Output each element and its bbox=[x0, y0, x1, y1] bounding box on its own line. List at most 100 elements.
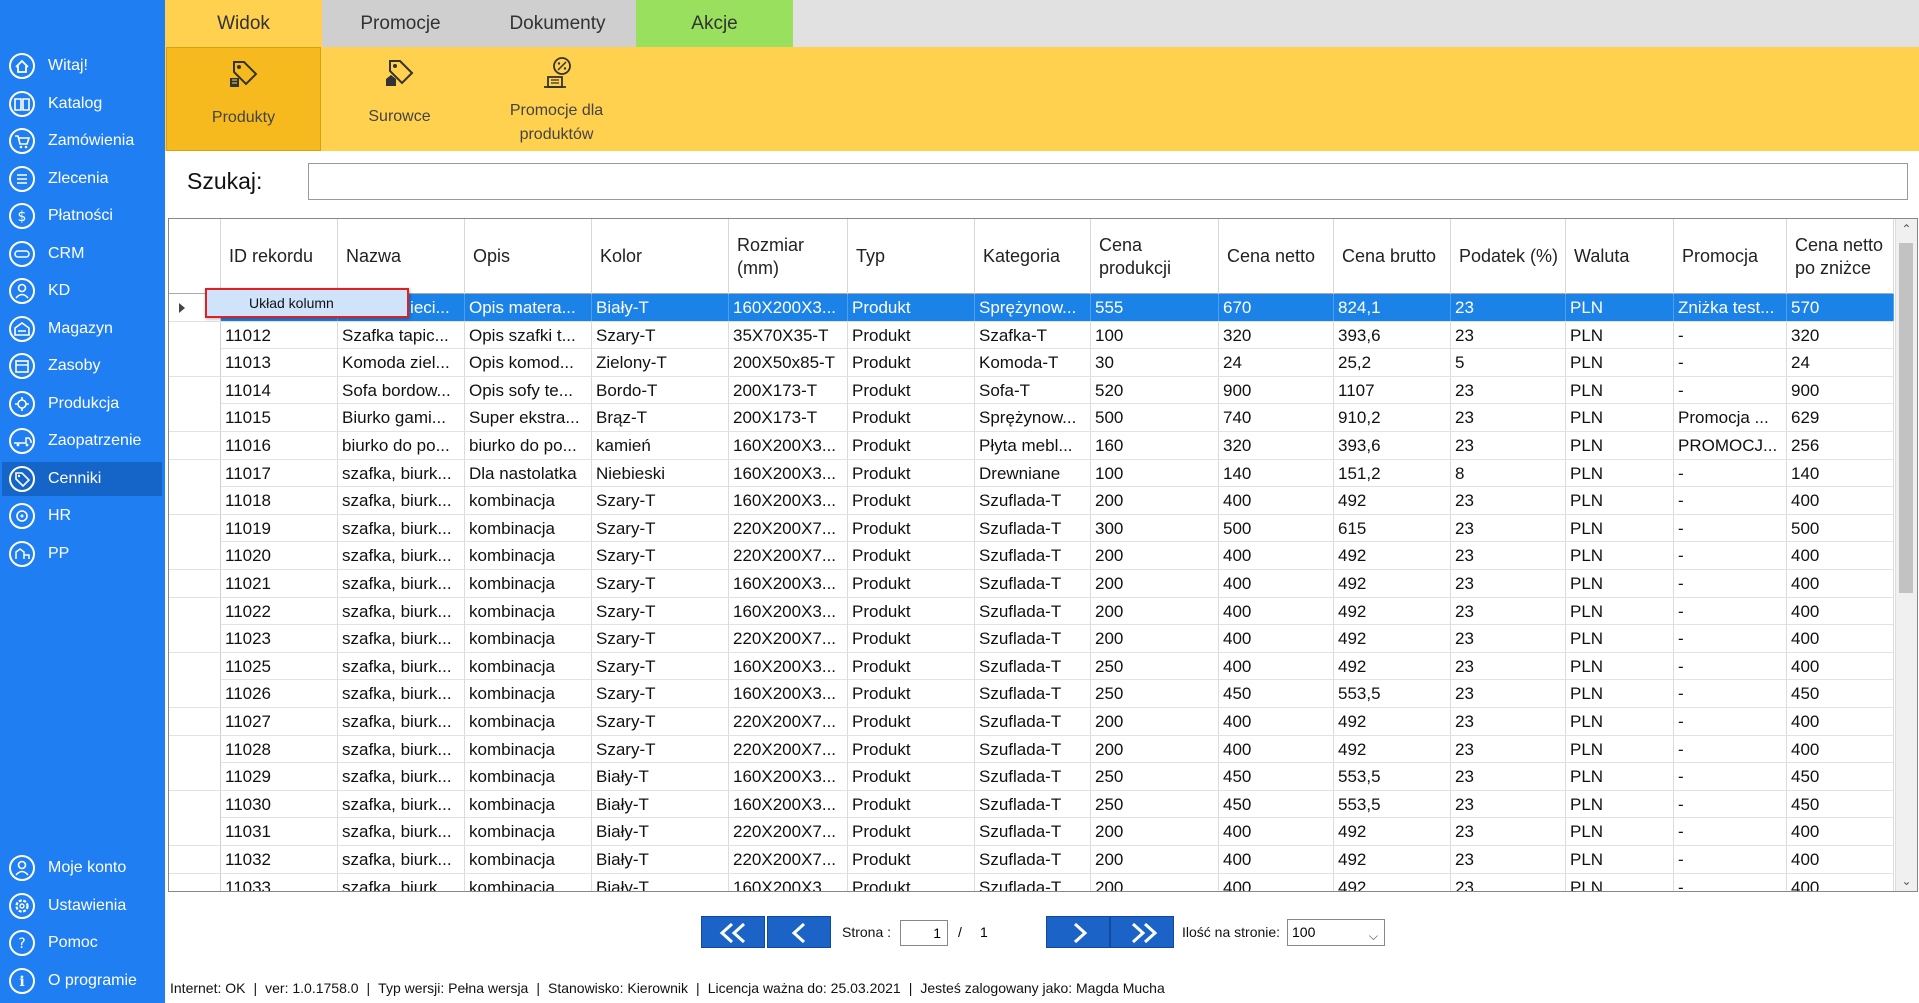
row-selector[interactable] bbox=[169, 542, 221, 570]
row-selector[interactable] bbox=[169, 514, 221, 542]
per-page-select[interactable]: 100 ⌵ bbox=[1287, 919, 1385, 946]
last-page-button[interactable] bbox=[1110, 916, 1174, 948]
column-header[interactable]: Nazwa bbox=[338, 219, 465, 294]
row-selector[interactable] bbox=[169, 376, 221, 404]
column-header[interactable]: Cena netto po zniżce bbox=[1787, 219, 1894, 294]
column-header[interactable]: Opis bbox=[465, 219, 592, 294]
column-header[interactable]: Podatek (%) bbox=[1451, 219, 1566, 294]
row-selector[interactable] bbox=[169, 873, 221, 891]
table-row[interactable]: 11019 szafka, biurk... kombinacja Szary-T 22… bbox=[169, 514, 1894, 543]
previous-page-button[interactable] bbox=[767, 916, 831, 948]
vertical-scrollbar[interactable]: ⌃ ⌄ bbox=[1895, 219, 1917, 891]
next-page-button[interactable] bbox=[1046, 916, 1110, 948]
table-row[interactable]: 11022 szafka, biurk... kombinacja Szary-T 16… bbox=[169, 597, 1894, 626]
table-row[interactable]: 11020 szafka, biurk... kombinacja Szary-T 22… bbox=[169, 542, 1894, 570]
row-selector[interactable] bbox=[169, 404, 221, 432]
table-row[interactable]: 11033 szafka, biurk... kombinacja Biały-T 16… bbox=[169, 873, 1894, 891]
table-row[interactable]: 11031 szafka, biurk... kombinacja Biały-T 22… bbox=[169, 818, 1894, 846]
row-selector[interactable] bbox=[169, 763, 221, 791]
table-row[interactable]: 11015 Biurko gami... Super ekstra... Brąz-T… bbox=[169, 404, 1894, 432]
tab-dokumenty[interactable]: Dokumenty bbox=[479, 0, 636, 47]
row-selector[interactable] bbox=[169, 625, 221, 653]
column-header[interactable]: Typ bbox=[848, 219, 975, 294]
scroll-down-icon[interactable]: ⌄ bbox=[1896, 871, 1917, 891]
sidebar-item-pomoc[interactable]: ? Pomoc bbox=[2, 926, 162, 960]
table-row[interactable]: 11030 szafka, biurk... kombinacja Biały-T 16… bbox=[169, 790, 1894, 819]
sidebar-item-cenniki[interactable]: Cenniki bbox=[2, 462, 162, 496]
sidebar-item-zaopatrzenie[interactable]: Zaopatrzenie bbox=[2, 424, 162, 458]
row-selector[interactable] bbox=[169, 321, 221, 349]
row-selector[interactable] bbox=[169, 790, 221, 818]
table-cell: Szary-T bbox=[592, 708, 729, 735]
row-selector[interactable] bbox=[169, 597, 221, 625]
column-header[interactable]: Cena brutto bbox=[1334, 219, 1451, 294]
table-row[interactable]: 11016 biurko do po... biurko do po... kamie… bbox=[169, 432, 1894, 460]
sidebar-item-katalog[interactable]: Katalog bbox=[2, 87, 162, 121]
produkty-button[interactable]: Produkty bbox=[166, 47, 321, 151]
table-row[interactable]: 11027 szafka, biurk... kombinacja Szary-T 22… bbox=[169, 708, 1894, 736]
row-selector[interactable] bbox=[169, 680, 221, 708]
table-row[interactable]: 11023 szafka, biurk... kombinacja Szary-T 22… bbox=[169, 625, 1894, 653]
surowce-button[interactable]: Surowce bbox=[322, 47, 477, 151]
sidebar-item-magazyn[interactable]: Magazyn bbox=[2, 312, 162, 346]
table-row[interactable]: 11032 szafka, biurk... kombinacja Biały-T 22… bbox=[169, 846, 1894, 874]
table-row[interactable]: 11013 Komoda ziel... Opis komod... Zielony-… bbox=[169, 349, 1894, 377]
row-selector[interactable] bbox=[169, 708, 221, 735]
row-selector[interactable] bbox=[169, 818, 221, 846]
column-header[interactable]: Cena netto bbox=[1219, 219, 1334, 294]
row-selector[interactable] bbox=[169, 487, 221, 515]
tab-widok[interactable]: Widok bbox=[165, 0, 322, 47]
table-cell: Sprężynow... bbox=[975, 294, 1091, 321]
table-row[interactable]: 11025 szafka, biurk... kombinacja Szary-T 16… bbox=[169, 652, 1894, 681]
table-row[interactable]: 11029 szafka, biurk... kombinacja Biały-T 16… bbox=[169, 763, 1894, 791]
column-header[interactable]: Kolor bbox=[592, 219, 729, 294]
sidebar-item-label: PP bbox=[48, 545, 70, 562]
row-selector[interactable] bbox=[169, 652, 221, 680]
page-number-input[interactable] bbox=[900, 920, 948, 946]
context-menu-item-uklad-kolumn[interactable]: Układ kolumn bbox=[207, 290, 407, 316]
sidebar-item-zlecenia[interactable]: Zlecenia bbox=[2, 162, 162, 196]
table-row[interactable]: 11021 szafka, biurk... kombinacja Szary-T 16… bbox=[169, 570, 1894, 598]
column-header[interactable]: Kategoria bbox=[975, 219, 1091, 294]
scroll-up-icon[interactable]: ⌃ bbox=[1896, 219, 1917, 239]
row-selector[interactable] bbox=[169, 432, 221, 459]
sidebar-item-witaj[interactable]: Witaj! bbox=[2, 49, 162, 83]
sidebar-item-zamowienia[interactable]: Zamówienia bbox=[2, 124, 162, 158]
table-row[interactable]: 11028 szafka, biurk... kombinacja Szary-T 22… bbox=[169, 735, 1894, 764]
table-row[interactable]: 11026 szafka, biurk... kombinacja Szary-T 16… bbox=[169, 680, 1894, 708]
chevron-down-icon: ⌵ bbox=[1368, 929, 1378, 943]
table-cell: Szary-T bbox=[592, 735, 729, 763]
table-row[interactable]: 11018 szafka, biurk... kombinacja Szary-T 16… bbox=[169, 487, 1894, 515]
row-selector[interactable] bbox=[169, 349, 221, 377]
scroll-thumb[interactable] bbox=[1899, 243, 1913, 593]
sidebar-item-zasoby[interactable]: Zasoby bbox=[2, 349, 162, 383]
sidebar-item-kd[interactable]: KD bbox=[2, 274, 162, 308]
sidebar-item-o-programie[interactable]: i O programie bbox=[2, 964, 162, 998]
column-header[interactable]: Cena produkcji bbox=[1091, 219, 1219, 294]
column-header[interactable]: ID rekordu bbox=[221, 219, 338, 294]
table-row[interactable]: 11014 Sofa bordow... Opis sofy te... Bordo-… bbox=[169, 376, 1894, 405]
table-cell: 200X50x85-T bbox=[729, 349, 848, 377]
tab-akcje[interactable]: Akcje bbox=[636, 0, 793, 47]
table-row[interactable]: 11017 szafka, biurk... Dla nastolatka Niebi… bbox=[169, 459, 1894, 488]
sidebar-item-produkcja[interactable]: Produkcja bbox=[2, 387, 162, 421]
row-selector[interactable] bbox=[169, 735, 221, 763]
first-page-button[interactable] bbox=[701, 916, 765, 948]
table-row[interactable]: 11012 Szafka tapic... Opis szafki t... Szar… bbox=[169, 321, 1894, 350]
sidebar-item-platnosci[interactable]: $ Płatności bbox=[2, 199, 162, 233]
sidebar-item-hr[interactable]: HR bbox=[2, 499, 162, 533]
sidebar-item-crm[interactable]: CRM bbox=[2, 237, 162, 271]
table-row[interactable]: 11011Łóżko dzieci...Opis matera...Biały-… bbox=[169, 294, 1894, 322]
sidebar-item-moje-konto[interactable]: Moje konto bbox=[2, 851, 162, 885]
sidebar-item-pp[interactable]: PP bbox=[2, 537, 162, 571]
row-selector[interactable] bbox=[169, 459, 221, 487]
promocje-dla-produktow-button[interactable]: Promocje dla produktów bbox=[479, 47, 634, 151]
column-header[interactable]: Promocja bbox=[1674, 219, 1787, 294]
search-input[interactable] bbox=[308, 163, 1908, 200]
sidebar-item-ustawienia[interactable]: Ustawienia bbox=[2, 889, 162, 923]
column-header[interactable]: Rozmiar (mm) bbox=[729, 219, 848, 294]
tab-promocje[interactable]: Promocje bbox=[322, 0, 479, 47]
row-selector[interactable] bbox=[169, 846, 221, 873]
row-selector[interactable] bbox=[169, 570, 221, 597]
column-header[interactable]: Waluta bbox=[1566, 219, 1674, 294]
